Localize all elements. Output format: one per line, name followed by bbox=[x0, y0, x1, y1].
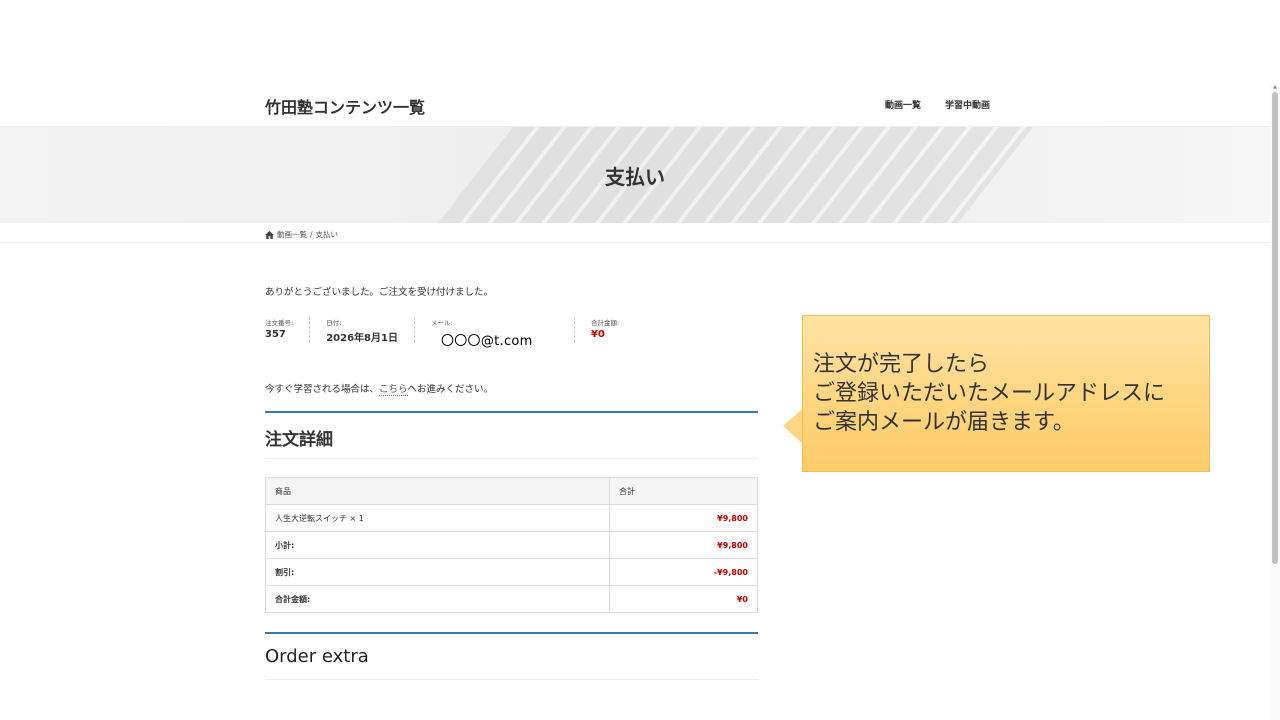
learn-now-link[interactable]: こちら bbox=[379, 384, 408, 396]
order-extra-heading: Order extra bbox=[265, 646, 369, 667]
order-overview: 注文番号: 357 日付: 2026年8月1日 メール: 〇〇〇@t.com 合… bbox=[265, 317, 651, 349]
table-row: 合計金額: ¥0 bbox=[265, 585, 758, 613]
scrollbar-thumb[interactable] bbox=[1272, 92, 1278, 564]
overview-date: 日付: 2026年8月1日 bbox=[326, 317, 415, 344]
site-title[interactable]: 竹田塾コンテンツ一覧 bbox=[265, 94, 425, 118]
page-title: 支払い bbox=[605, 165, 665, 189]
scroll-up-icon[interactable]: ▲ bbox=[1272, 84, 1278, 90]
site-header: 竹田塾コンテンツ一覧 動画一覧 学習中動画 bbox=[0, 84, 1270, 127]
table-row: 人生大逆転スイッチ × 1 ¥9,800 bbox=[265, 504, 758, 532]
learn-now-prefix: 今すぐ学習される場合は、 bbox=[265, 384, 380, 395]
order-total-value: ¥0 bbox=[609, 585, 758, 613]
callout-pointer bbox=[783, 408, 803, 444]
date-label: 日付: bbox=[326, 319, 342, 327]
overview-total: 合計金額: ¥0 bbox=[591, 317, 635, 343]
breadcrumb-item-video-list[interactable]: 動画一覧 bbox=[277, 229, 307, 240]
vertical-scrollbar[interactable]: ▲ bbox=[1270, 84, 1280, 720]
total-label: 合計金額: bbox=[590, 319, 620, 327]
table-header-row: 商品 合計 bbox=[265, 477, 758, 505]
email-label: メール: bbox=[430, 319, 453, 327]
subtotal-value: ¥9,800 bbox=[609, 531, 758, 559]
page-header-banner: 支払い bbox=[0, 127, 1270, 223]
total-value: ¥0 bbox=[590, 329, 605, 340]
order-number-value: 357 bbox=[265, 329, 286, 340]
page: 竹田塾コンテンツ一覧 動画一覧 学習中動画 支払い 動画一覧 / 支払い ありが… bbox=[0, 0, 1280, 720]
breadcrumb-item-current: 支払い bbox=[315, 230, 339, 239]
home-icon[interactable] bbox=[265, 230, 274, 239]
column-header-product: 商品 bbox=[265, 477, 610, 505]
callout-text: 注文が完了したら ご登録いただいたメールアドレスに ご案内メールが届きます。 bbox=[813, 350, 1165, 437]
callout-line-1: 注文が完了したら bbox=[813, 352, 990, 377]
product-price: ¥9,800 bbox=[609, 504, 758, 532]
discount-label: 割引: bbox=[265, 558, 610, 586]
date-value: 2026年8月1日 bbox=[326, 333, 398, 344]
discount-value: -¥9,800 bbox=[609, 558, 758, 586]
table-row: 小計: ¥9,800 bbox=[265, 531, 758, 559]
annotation-callout: 注文が完了したら ご登録いただいたメールアドレスに ご案内メールが届きます。 bbox=[802, 315, 1210, 472]
order-extra-section: Order extra bbox=[265, 632, 758, 680]
subtotal-label: 小計: bbox=[265, 531, 610, 559]
table-row: 割引: -¥9,800 bbox=[265, 558, 758, 586]
column-header-total: 合計 bbox=[609, 477, 758, 505]
order-details-section: 注文詳細 bbox=[265, 411, 758, 459]
order-details-heading: 注文詳細 bbox=[265, 430, 333, 450]
email-value: 〇〇〇@t.com bbox=[440, 334, 533, 349]
order-details-table: 商品 合計 人生大逆転スイッチ × 1 ¥9,800 小計: ¥9,800 割引… bbox=[265, 477, 758, 613]
nav-video-list[interactable]: 動画一覧 bbox=[885, 98, 921, 111]
product-name[interactable]: 人生大逆転スイッチ × 1 bbox=[265, 504, 610, 532]
order-received-message: ありがとうございました。ご注文を受け付けました。 bbox=[265, 287, 494, 298]
breadcrumb-separator: / bbox=[310, 230, 313, 239]
breadcrumb: 動画一覧 / 支払い bbox=[0, 224, 1270, 243]
overview-order-number: 注文番号: 357 bbox=[265, 317, 311, 343]
global-nav: 動画一覧 学習中動画 bbox=[885, 98, 990, 111]
learn-now-suffix: へお進みください。 bbox=[407, 384, 494, 395]
callout-line-2: ご登録いただいたメールアドレスに bbox=[813, 381, 1166, 406]
nav-learning-videos[interactable]: 学習中動画 bbox=[945, 98, 990, 111]
order-number-label: 注文番号: bbox=[265, 319, 294, 327]
order-total-label: 合計金額: bbox=[265, 585, 610, 613]
learn-now-message: 今すぐ学習される場合は、こちらへお進みください。 bbox=[265, 381, 494, 396]
overview-email: メール: 〇〇〇@t.com bbox=[430, 317, 575, 349]
callout-line-3: ご案内メールが届きます。 bbox=[813, 410, 1075, 435]
